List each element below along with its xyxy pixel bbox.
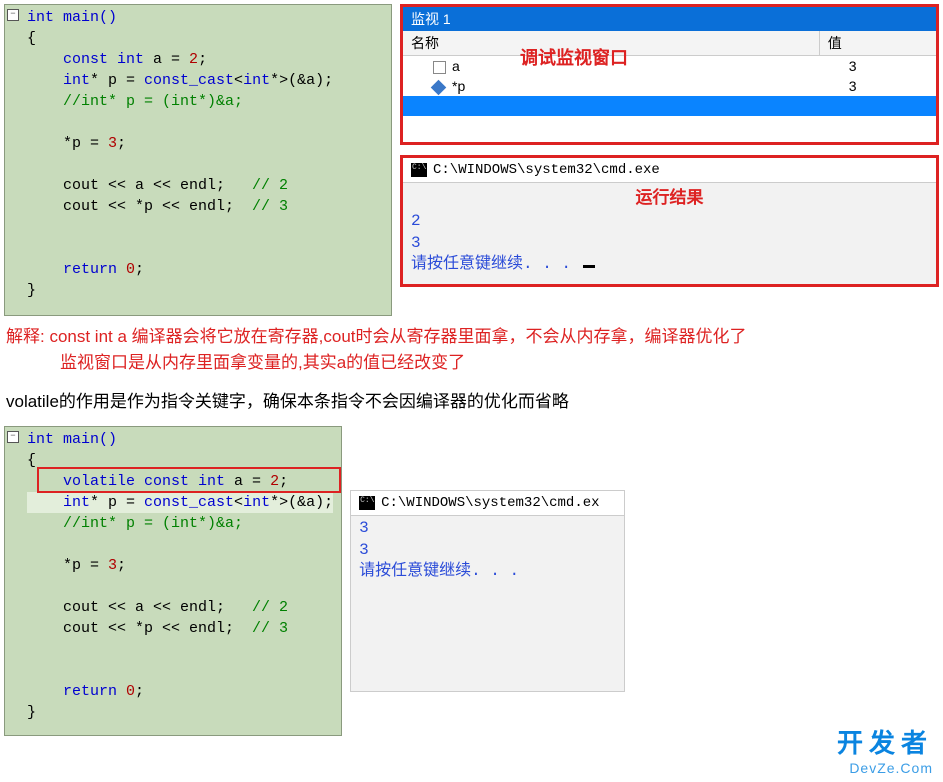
fold-icon[interactable]: − [7, 431, 19, 443]
watch-annotation: 调试监视窗口 [520, 44, 628, 70]
watermark: 开发者 DevZe.Com [837, 723, 933, 776]
volatile-note: volatile的作用是作为指令关键字，确保本条指令不会因编译器的优化而省略 [0, 377, 943, 426]
watch-header: 名称 值 [403, 31, 936, 56]
cmd-title: C:\WINDOWS\system32\cmd.exe [403, 158, 936, 183]
variable-icon [433, 61, 446, 74]
explanation-text: 解释: const int a 编译器会将它放在寄存器,cout时会从寄存器里面… [0, 316, 943, 377]
watch-col-val: 值 [820, 31, 936, 55]
cmd-window-1: C:\WINDOWS\system32\cmd.exe 运行结果 2 3 请按任… [400, 155, 939, 287]
code-editor-1: − int main() { const int a = 2; int* p =… [4, 4, 392, 316]
watch-window: 监视 1 名称 值 a 3 *p 3 [400, 4, 939, 145]
fold-icon[interactable]: − [7, 9, 19, 21]
cursor-icon [583, 265, 595, 268]
code-line: int main() [27, 9, 117, 26]
watch-title: 监视 1 [403, 7, 936, 31]
cmd-annotation: 运行结果 [403, 183, 936, 209]
cmd-output: 2 3 请按任意键继续. . . [403, 209, 936, 278]
cmd-title: C:\WINDOWS\system32\cmd.ex [351, 491, 624, 516]
watch-row-selected[interactable] [403, 96, 936, 116]
cmd-output: 3 3 请按任意键继续. . . [351, 516, 624, 585]
code-editor-2: − int main() { volatile const int a = 2;… [4, 426, 342, 736]
cmd-icon [411, 163, 427, 177]
watch-row[interactable]: a 3 [403, 56, 936, 76]
pointer-icon [431, 80, 447, 96]
cmd-icon [359, 496, 375, 510]
watch-row[interactable]: *p 3 [403, 76, 936, 96]
cmd-window-2: C:\WINDOWS\system32\cmd.ex 3 3 请按任意键继续. … [350, 490, 625, 692]
